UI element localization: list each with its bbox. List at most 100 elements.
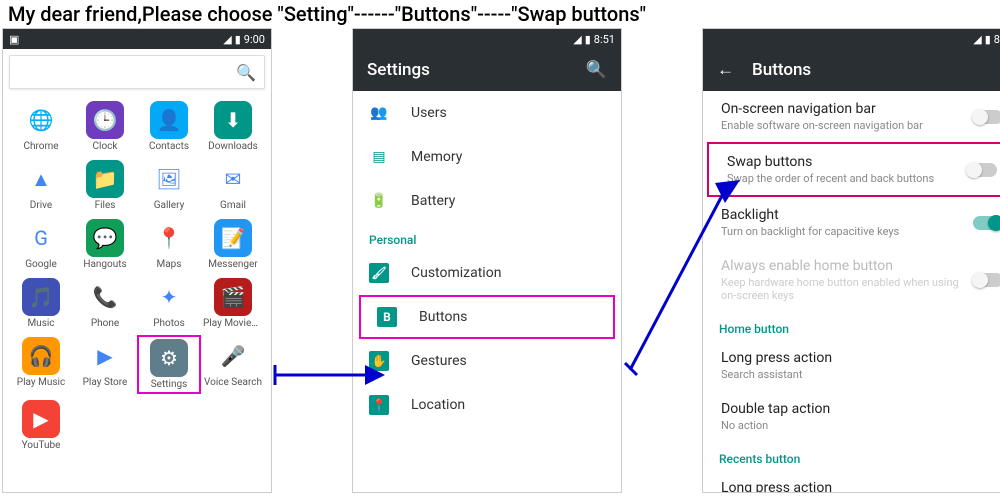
app-chrome[interactable]: 🌐Chrome	[9, 99, 73, 154]
app-icon: ▶	[22, 400, 60, 438]
app-photos[interactable]: ✦Photos	[137, 276, 201, 331]
settings-item-location[interactable]: 📍 Location	[353, 383, 621, 427]
page-title: Settings	[367, 60, 568, 80]
app-icon: 📞	[86, 278, 124, 316]
app-label: Settings	[139, 379, 199, 390]
settings-item-label: Location	[411, 397, 465, 413]
toggle-switch	[973, 273, 1000, 287]
app-play-music[interactable]: 🎧Play Music	[9, 335, 73, 394]
pref-backlight[interactable]: Backlight Turn on backlight for capacitiv…	[703, 197, 1000, 248]
search-bar[interactable]: 🔍	[9, 55, 265, 89]
status-bar: ◢ ▮ 8:51	[353, 29, 621, 49]
app-bar: Settings 🔍	[353, 49, 621, 91]
phone-1-app-drawer: ▣ ◢ ▮ 9:00 🔍 🌐Chrome🕒Clock👤Contacts⬇Down…	[2, 28, 272, 493]
app-clock[interactable]: 🕒 Clock	[73, 99, 137, 154]
pref-title: Long press action	[721, 480, 1000, 492]
settings-item-buttons[interactable]: BButtons	[359, 295, 615, 339]
pref-title: Swap buttons	[727, 154, 967, 170]
app-label: Voice Search	[203, 377, 263, 388]
settings-item-label: Users	[411, 105, 447, 121]
pref-subtitle: Turn on backlight for capacitive keys	[721, 225, 973, 238]
pref-always-enable-home-button: Always enable home buttonKeep hardware h…	[703, 248, 1000, 312]
settings-item-icon: 🖌	[369, 263, 389, 283]
apps-grid: 🌐Chrome 🕒 Clock👤Contacts ⬇ Downloads ▲Drive📁F…	[3, 95, 271, 457]
app-downloads[interactable]: ⬇ Downloads	[201, 99, 265, 154]
clock-text: 9:00	[244, 33, 265, 46]
settings-item-label: Customization	[411, 265, 501, 281]
battery-icon: ▮	[235, 33, 241, 46]
app-icon: 🌐	[22, 101, 60, 139]
screenshot-icon: ▣	[9, 33, 19, 46]
app-label: Messenger	[203, 259, 263, 270]
app-label: Music	[11, 318, 71, 329]
app-label: Phone	[75, 318, 135, 329]
app-icon: 🖼	[150, 160, 188, 198]
app-icon: 📍	[150, 219, 188, 257]
app-files[interactable]: 📁Files	[73, 158, 137, 213]
app-label: Files	[75, 200, 135, 211]
settings-item-icon: B	[377, 307, 397, 327]
toggle-switch[interactable]	[973, 110, 1000, 124]
app-icon: 📝	[214, 219, 252, 257]
back-icon[interactable]: ←	[717, 60, 734, 80]
pref-swap-buttons[interactable]: Swap buttons Swap the order of recent and…	[707, 142, 1000, 197]
search-icon[interactable]: 🔍	[586, 60, 607, 80]
app-settings[interactable]: ⚙Settings	[137, 335, 201, 394]
app-label: Hangouts	[75, 259, 135, 270]
app-youtube[interactable]: ▶YouTube	[9, 398, 73, 453]
settings-item-gestures[interactable]: ✋Gestures	[353, 339, 621, 383]
app-icon: 🕒	[86, 101, 124, 139]
pref-subtitle: Keep hardware home button enabled when u…	[721, 276, 973, 302]
app-gmail[interactable]: ✉Gmail	[201, 158, 265, 213]
pref-title: On-screen navigation bar	[721, 101, 973, 117]
battery-icon: ▮	[985, 33, 991, 46]
app-music[interactable]: 🎵Music	[9, 276, 73, 331]
app-play-movies-&[interactable]: 🎬Play Movies &	[201, 276, 265, 331]
app-label: Downloads	[203, 141, 263, 152]
signal-icon: ◢	[573, 33, 581, 46]
settings-item-customization[interactable]: 🖌 Customization	[353, 251, 621, 295]
search-icon: 🔍	[236, 63, 256, 82]
toggle-switch[interactable]	[973, 216, 1000, 230]
instruction-text: My dear friend,Please choose "Setting"--…	[0, 0, 1000, 28]
pref-subtitle: Enable software on-screen navigation bar	[721, 119, 973, 132]
pref-long-press-action[interactable]: Long press action	[703, 470, 1000, 492]
app-maps[interactable]: 📍 Maps	[137, 217, 201, 272]
pref-subtitle: No action	[721, 419, 1000, 432]
phone-2-settings: ◢ ▮ 8:51 Settings 🔍 👥 Users ▤Memory🔋Batter…	[352, 28, 622, 493]
app-phone[interactable]: 📞 Phone	[73, 276, 137, 331]
section-header-recents: Recents button	[703, 442, 1000, 470]
toggle-switch[interactable]	[967, 163, 997, 177]
app-voice-search[interactable]: 🎤Voice Search	[201, 335, 265, 394]
settings-item-icon: ✋	[369, 351, 389, 371]
app-messenger[interactable]: 📝 Messenger	[201, 217, 265, 272]
pref-title: Long press action	[721, 350, 1000, 366]
pref-long-press-action[interactable]: Long press action Search assistant	[703, 340, 1000, 391]
app-label: Clock	[75, 141, 135, 152]
pref-subtitle: Swap the order of recent and back button…	[727, 172, 967, 185]
settings-item-icon: 👥	[369, 103, 389, 123]
app-play-store[interactable]: ▶Play Store	[73, 335, 137, 394]
app-hangouts[interactable]: 💬 Hangouts	[73, 217, 137, 272]
app-label: Drive	[11, 200, 71, 211]
app-label: Gallery	[139, 200, 199, 211]
app-label: Play Music	[11, 377, 71, 388]
app-gallery[interactable]: 🖼 Gallery	[137, 158, 201, 213]
settings-item-icon: 📍	[369, 395, 389, 415]
app-contacts[interactable]: 👤Contacts	[137, 99, 201, 154]
app-icon: ⬇	[214, 101, 252, 139]
preferences-list: On-screen navigation bar Enable software …	[703, 91, 1000, 492]
app-label: Maps	[139, 259, 199, 270]
app-label: Google	[11, 259, 71, 270]
pref-double-tap-action[interactable]: Double tap actionNo action	[703, 391, 1000, 442]
settings-item-users[interactable]: 👥 Users	[353, 91, 621, 135]
pref-title: Backlight	[721, 207, 973, 223]
pref-on-screen-navigation-bar[interactable]: On-screen navigation bar Enable software …	[703, 91, 1000, 142]
settings-item-memory[interactable]: ▤Memory	[353, 135, 621, 179]
settings-item-battery[interactable]: 🔋Battery	[353, 179, 621, 223]
app-icon: 💬	[86, 219, 124, 257]
app-drive[interactable]: ▲Drive	[9, 158, 73, 213]
pref-subtitle: Search assistant	[721, 368, 1000, 381]
app-label: Photos	[139, 318, 199, 329]
app-google[interactable]: GGoogle	[9, 217, 73, 272]
